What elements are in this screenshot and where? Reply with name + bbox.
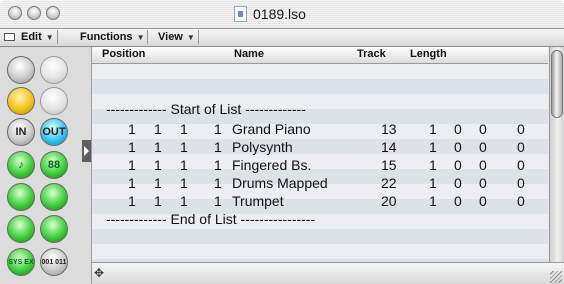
bottom-bar: ✥ [92, 262, 564, 284]
track-number: 15 [381, 157, 397, 173]
menu-view[interactable]: View ▼ [155, 30, 199, 44]
region-name: Drums Mapped [232, 175, 328, 191]
close-button[interactable] [8, 6, 22, 20]
polypressure-icon[interactable] [40, 215, 68, 243]
list-item[interactable]: 1 1 1 1 Grand Piano 13 1 0 0 0 [92, 121, 548, 137]
list-item[interactable]: 1 1 1 1 Polysynth 14 1 0 0 0 [92, 139, 548, 155]
column-header-name[interactable]: Name [234, 48, 264, 60]
scrollbar-thumb[interactable] [551, 50, 563, 118]
track-number: 20 [381, 193, 397, 209]
up-arrow-icon[interactable] [40, 56, 68, 84]
window-title: 0189.lso [234, 5, 306, 23]
midi-in-icon[interactable]: IN [7, 118, 35, 146]
menu-edit[interactable]: Edit ▼ [18, 30, 58, 44]
end-of-list-marker: ------------- End of List --------------… [106, 211, 316, 227]
aftertouch-icon[interactable] [7, 215, 35, 243]
column-header-length[interactable]: Length [410, 48, 447, 60]
region-name: Fingered Bs. [232, 157, 312, 173]
local-menu-bar: Edit ▼ Functions ▼ View ▼ [0, 29, 564, 47]
start-of-list-marker: ------------- Start of List ------------… [106, 101, 306, 117]
column-header-track[interactable]: Track [357, 48, 386, 60]
list-item[interactable]: 1 1 1 1 Drums Mapped 22 1 0 0 0 [92, 175, 548, 191]
region-name: Trumpet [232, 193, 284, 209]
chevron-down-icon: ▼ [136, 33, 145, 42]
binary-icon[interactable]: 001 011 [40, 248, 68, 276]
walk-icon[interactable] [7, 56, 35, 84]
list-header: Position Name Track Length [92, 47, 548, 64]
down-arrow-icon[interactable] [40, 87, 68, 115]
chevron-down-icon: ▼ [45, 33, 54, 42]
vertical-scrollbar[interactable] [549, 47, 564, 262]
controller-icon[interactable] [40, 183, 68, 211]
catch-icon[interactable] [7, 87, 35, 115]
midi-out-icon[interactable]: OUT [40, 118, 68, 146]
list-editor-window: 0189.lso Edit ▼ Functions ▼ View ▼ IN OUT ♪ 88… [0, 0, 564, 284]
note-icon[interactable]: ♪ [7, 151, 35, 179]
column-header-position[interactable]: Position [102, 48, 145, 60]
title-bar[interactable]: 0189.lso [0, 0, 564, 29]
region-name: Polysynth [232, 139, 293, 155]
event-list[interactable]: ------------- Start of List ------------… [92, 64, 548, 262]
list-item[interactable]: 1 1 1 1 Trumpet 20 1 0 0 0 [92, 193, 548, 209]
sysex-icon[interactable]: SYS EX [7, 248, 35, 276]
track-number: 14 [381, 139, 397, 155]
move-icon[interactable]: ✥ [94, 266, 104, 280]
pitchbend-icon[interactable] [7, 183, 35, 211]
resize-grip-icon[interactable] [550, 271, 562, 283]
program-icon[interactable]: 88 [40, 151, 68, 179]
event-filter-toolbox: IN OUT ♪ 88 SYS EX 001 011 [0, 47, 92, 284]
minimize-button[interactable] [27, 6, 41, 20]
region-name: Grand Piano [232, 121, 311, 137]
track-number: 13 [381, 121, 397, 137]
link-icon[interactable] [4, 33, 15, 41]
track-number: 22 [381, 175, 397, 191]
chevron-down-icon: ▼ [186, 33, 195, 42]
document-icon [234, 6, 247, 22]
window-title-text: 0189.lso [253, 6, 306, 22]
zoom-button[interactable] [46, 6, 60, 20]
menu-functions[interactable]: Functions ▼ [77, 30, 149, 44]
list-item[interactable]: 1 1 1 1 Fingered Bs. 15 1 0 0 0 [92, 157, 548, 173]
expand-toolbox-icon[interactable] [82, 140, 91, 162]
